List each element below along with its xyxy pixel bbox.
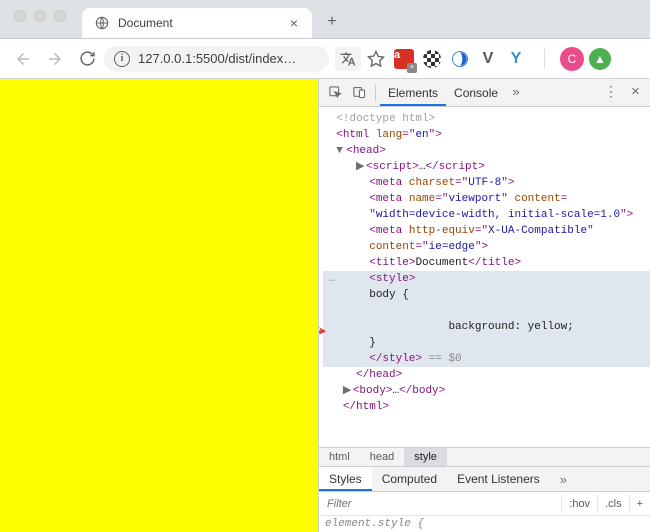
dom-node[interactable]: </head> (323, 367, 650, 383)
reload-button[interactable] (72, 44, 102, 74)
tab-console[interactable]: Console (446, 80, 506, 106)
close-window[interactable] (14, 10, 26, 22)
dom-breadcrumb[interactable]: html head style (319, 447, 650, 466)
dom-tree[interactable]: <!doctype html> <html lang="en"> ▼<head>… (319, 107, 650, 447)
info-icon[interactable]: i (114, 51, 130, 67)
styles-filter-input[interactable] (319, 495, 561, 513)
profile-avatar[interactable]: C (559, 47, 585, 71)
dom-node[interactable]: <!doctype html> (323, 111, 650, 127)
new-style-rule-button[interactable]: + (629, 495, 650, 513)
tabs-overflow-icon[interactable]: » (506, 85, 526, 100)
tab-elements[interactable]: Elements (380, 80, 446, 106)
divider (531, 47, 557, 71)
browser-tab[interactable]: Document × (82, 8, 312, 38)
extension-checker[interactable] (419, 47, 445, 71)
maximize-window[interactable] (54, 10, 66, 22)
styles-tabs-overflow-icon[interactable]: » (554, 472, 573, 487)
forward-button[interactable] (40, 44, 70, 74)
extension-swirl[interactable] (447, 47, 473, 71)
extension-red[interactable]: a × (391, 47, 417, 71)
dom-node[interactable]: background: yellow; (323, 303, 650, 335)
dom-node[interactable]: <meta http-equiv="X-UA-Compatible" (323, 223, 650, 239)
cls-button[interactable]: .cls (597, 495, 629, 513)
new-tab-button[interactable]: + (318, 8, 346, 36)
device-toggle-icon[interactable] (347, 81, 371, 105)
hov-button[interactable]: :hov (561, 495, 597, 513)
dom-node[interactable]: <html lang="en"> (323, 127, 650, 143)
translate-icon[interactable] (335, 47, 361, 71)
dom-node[interactable]: <title>Document</title> (323, 255, 650, 271)
dom-node[interactable]: "width=device-width, initial-scale=1.0"> (323, 207, 650, 223)
dom-node[interactable]: <meta charset="UTF-8"> (323, 175, 650, 191)
dom-node[interactable]: ▶<script>…</script> (323, 159, 650, 175)
breadcrumb-item[interactable]: html (319, 448, 360, 466)
extension-green-up[interactable]: ▲ (587, 47, 613, 71)
minimize-window[interactable] (34, 10, 46, 22)
breadcrumb-item[interactable]: head (360, 448, 404, 466)
back-button[interactable] (8, 44, 38, 74)
tab-title: Document (118, 16, 173, 30)
star-icon[interactable] (363, 47, 389, 71)
tab-styles[interactable]: Styles (319, 467, 372, 491)
dom-node[interactable]: </html> (323, 399, 650, 415)
dom-node[interactable]: </style> == $0 (323, 351, 650, 367)
devtools-close-icon[interactable]: × (625, 84, 646, 101)
devtools-panel: Elements Console » ⋮ × <!doctype html> <… (318, 79, 650, 532)
globe-icon (94, 15, 110, 31)
devtools-menu-icon[interactable]: ⋮ (598, 84, 625, 101)
inspect-icon[interactable] (323, 81, 347, 105)
window-controls[interactable] (0, 0, 78, 26)
dom-node[interactable]: body { (323, 287, 650, 303)
page-viewport[interactable] (0, 79, 318, 532)
dom-node[interactable]: ▶<body>…</body> (323, 383, 650, 399)
tab-event-listeners[interactable]: Event Listeners (447, 467, 550, 491)
dom-node[interactable]: } (323, 335, 650, 351)
dom-node-selected[interactable]: … <style> (323, 271, 650, 287)
address-bar[interactable]: i 127.0.0.1:5500/dist/index… (104, 46, 329, 72)
styles-content[interactable]: element.style { (319, 516, 650, 532)
extension-v-light[interactable]: Y (503, 47, 529, 71)
dom-node[interactable]: content="ie=edge"> (323, 239, 650, 255)
dom-node[interactable]: ▼<head> (323, 143, 650, 159)
extension-v-dark[interactable]: V (475, 47, 501, 71)
breadcrumb-item[interactable]: style (404, 448, 447, 466)
url-text: 127.0.0.1:5500/dist/index… (138, 51, 319, 66)
close-tab-icon[interactable]: × (286, 15, 302, 31)
dom-node[interactable]: <meta name="viewport" content= (323, 191, 650, 207)
tab-computed[interactable]: Computed (372, 467, 447, 491)
